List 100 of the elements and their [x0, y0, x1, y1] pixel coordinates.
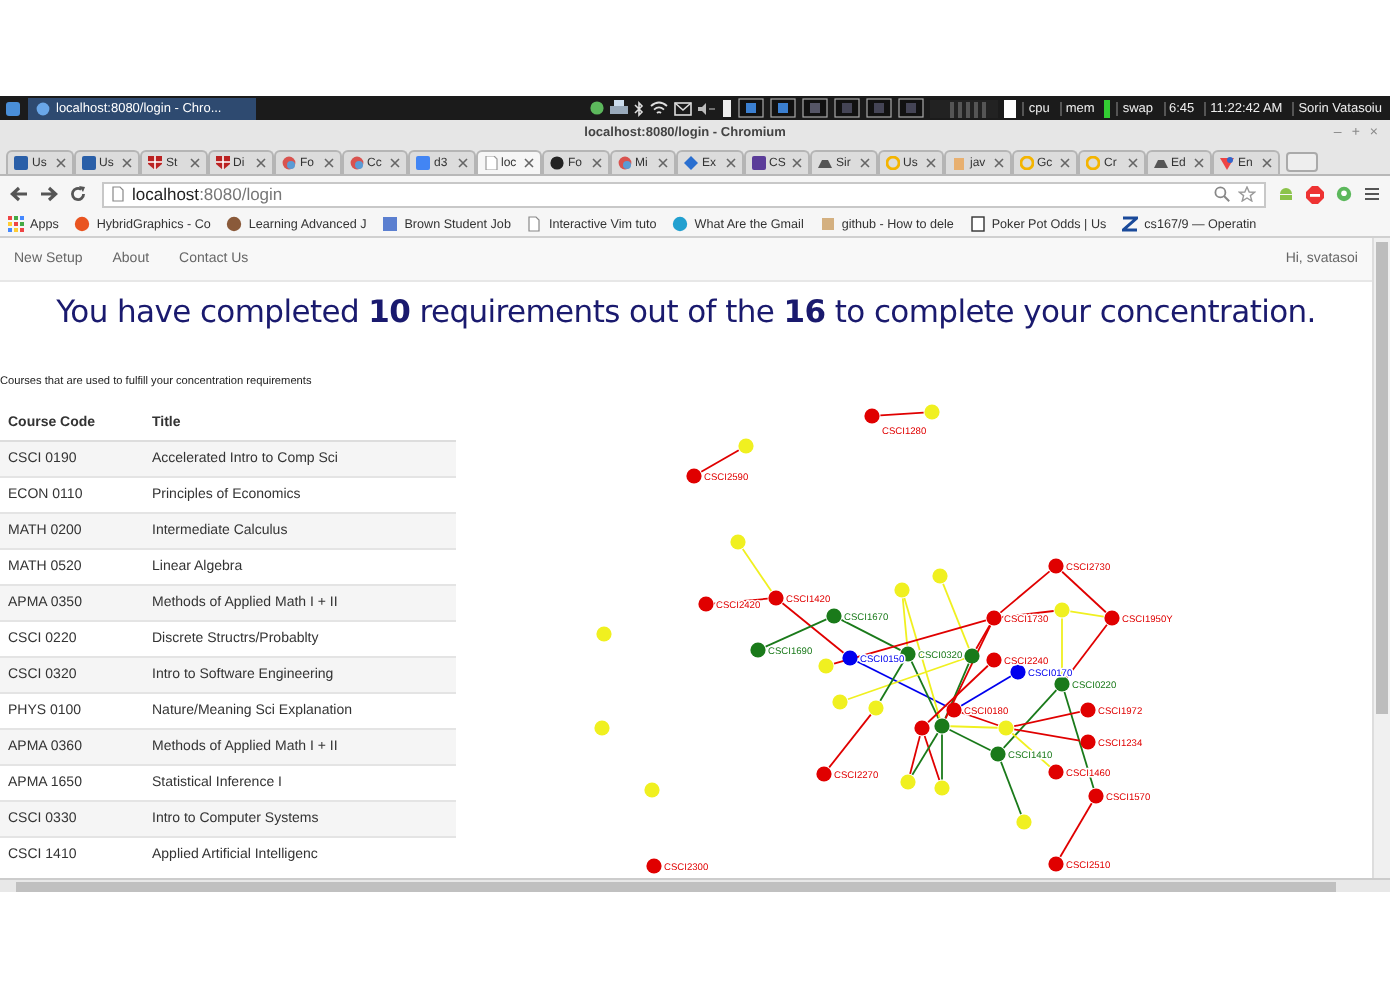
close-icon[interactable] — [993, 158, 1003, 168]
graph-node[interactable] — [1048, 764, 1064, 780]
graph-node[interactable] — [998, 720, 1014, 736]
graph-node[interactable] — [816, 766, 832, 782]
vertical-scrollbar[interactable] — [1372, 238, 1390, 878]
graph-node[interactable] — [932, 568, 948, 584]
graph-node[interactable] — [1054, 602, 1070, 618]
favicon-icon — [215, 156, 229, 170]
graph-node[interactable] — [596, 626, 612, 642]
graph-node[interactable] — [1088, 788, 1104, 804]
favicon-icon — [672, 216, 689, 232]
graph-node[interactable] — [1080, 734, 1096, 750]
extension-icon[interactable] — [1336, 185, 1352, 203]
graph-node[interactable] — [646, 858, 662, 874]
graph-node[interactable] — [832, 694, 848, 710]
address-field[interactable]: localhost:8080/login — [102, 181, 1266, 207]
printer-icon[interactable] — [610, 100, 629, 116]
close-icon[interactable] — [122, 158, 132, 168]
adblock-icon[interactable] — [1306, 185, 1324, 203]
workspace-icon[interactable] — [834, 98, 861, 118]
graph-node[interactable] — [594, 720, 610, 736]
graph-node[interactable] — [864, 408, 880, 424]
close-icon[interactable] — [189, 158, 199, 168]
graph-node[interactable] — [990, 746, 1006, 762]
graph-node[interactable] — [768, 590, 784, 606]
horizontal-scrollbar[interactable] — [0, 878, 1390, 892]
bluetooth-icon[interactable] — [634, 99, 645, 117]
graph-node[interactable] — [1048, 856, 1064, 872]
graph-node[interactable] — [868, 700, 884, 716]
graph-node[interactable] — [986, 652, 1002, 668]
graph-node[interactable] — [1080, 702, 1096, 718]
battery-icon[interactable] — [722, 98, 733, 118]
favicon-icon — [617, 156, 631, 170]
graph-node[interactable] — [730, 534, 746, 550]
close-icon[interactable] — [1261, 158, 1271, 168]
tray-status-icon[interactable] — [590, 99, 605, 117]
volume-icon[interactable] — [698, 101, 717, 115]
graph-node[interactable] — [900, 774, 916, 790]
workspace-icon[interactable] — [770, 98, 797, 118]
close-icon[interactable] — [725, 158, 735, 168]
graph-node[interactable] — [1054, 676, 1070, 692]
graph-node[interactable] — [1010, 664, 1026, 680]
graph-node[interactable] — [750, 642, 766, 658]
close-icon[interactable] — [1127, 158, 1137, 168]
graph-node[interactable] — [964, 648, 980, 664]
bookmark-star-icon[interactable] — [1238, 186, 1256, 202]
graph-node[interactable] — [686, 468, 702, 484]
workspace-icon[interactable] — [898, 98, 925, 118]
workspace-icon[interactable] — [866, 98, 893, 118]
mail-icon[interactable] — [674, 101, 693, 115]
favicon-icon — [684, 156, 698, 170]
close-icon[interactable] — [323, 158, 333, 168]
favicon-icon — [226, 216, 243, 232]
favicon-icon — [282, 156, 296, 170]
forward-icon[interactable] — [40, 186, 58, 202]
close-icon[interactable] — [591, 158, 601, 168]
close-icon[interactable] — [1060, 158, 1070, 168]
app-menu-icon[interactable] — [4, 99, 22, 117]
graph-edge — [741, 548, 773, 592]
close-icon[interactable] — [658, 158, 668, 168]
graph-node[interactable] — [644, 782, 660, 798]
back-icon[interactable] — [10, 186, 28, 202]
favicon-icon — [416, 156, 430, 170]
graph-node[interactable] — [738, 438, 754, 454]
close-icon[interactable] — [457, 158, 467, 168]
graph-node[interactable] — [1048, 558, 1064, 574]
wifi-icon[interactable] — [650, 100, 669, 116]
close-icon[interactable] — [55, 158, 65, 168]
close-icon[interactable] — [926, 158, 936, 168]
close-icon[interactable] — [792, 158, 802, 168]
graph-node[interactable] — [986, 610, 1002, 626]
memory-meter-icon — [1004, 99, 1017, 117]
reload-icon[interactable] — [70, 186, 86, 202]
menu-icon[interactable] — [1364, 186, 1380, 202]
workspace-icon[interactable] — [802, 98, 829, 118]
graph-node[interactable] — [818, 658, 834, 674]
graph-node[interactable] — [946, 702, 962, 718]
zoom-icon[interactable] — [1214, 186, 1230, 202]
favicon-icon — [382, 216, 399, 232]
graph-node[interactable] — [934, 780, 950, 796]
close-icon[interactable] — [256, 158, 266, 168]
close-icon[interactable] — [859, 158, 869, 168]
graph-node[interactable] — [826, 608, 842, 624]
graph-node[interactable] — [842, 650, 858, 666]
graph-node[interactable] — [1104, 610, 1120, 626]
favicon-icon — [952, 156, 966, 170]
workspace-icon[interactable] — [738, 98, 765, 118]
graph-node[interactable] — [914, 720, 930, 736]
graph-node[interactable] — [900, 646, 916, 662]
close-icon[interactable] — [390, 158, 400, 168]
close-icon[interactable] — [1194, 158, 1204, 168]
graph-node[interactable] — [934, 718, 950, 734]
favicon-icon — [1153, 156, 1167, 170]
graph-node[interactable] — [894, 582, 910, 598]
apps-grid-icon — [8, 216, 24, 232]
graph-node[interactable] — [698, 596, 714, 612]
graph-node[interactable] — [924, 404, 940, 420]
graph-node[interactable] — [1016, 814, 1032, 830]
favicon-icon — [1122, 216, 1139, 232]
close-icon[interactable] — [524, 158, 534, 168]
